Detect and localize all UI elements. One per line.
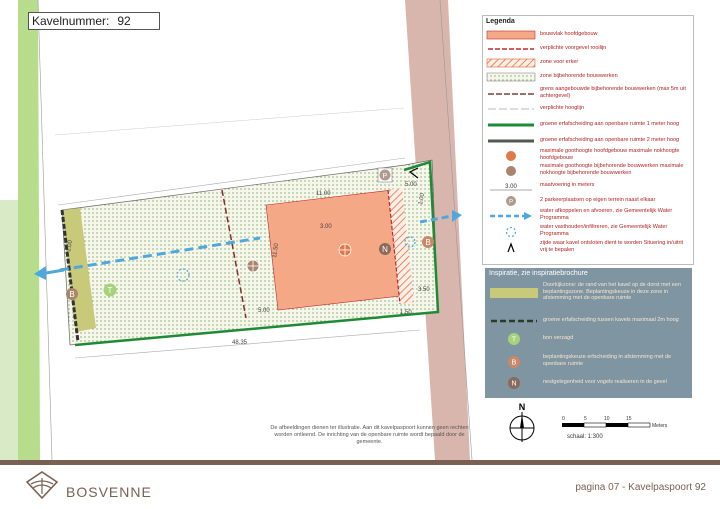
legend-item: groene erfafscheiding aan openbare ruimt… (488, 120, 680, 127)
legend-item: P 2 parkeerplaatsen op eigen terrein naa… (486, 194, 690, 206)
legend-item: maximale goothoogte bijbehorende bouwwer… (486, 163, 690, 176)
inspiration-item: B beplantingskeuze erfscheiding in afste… (489, 354, 690, 368)
svg-text:T: T (512, 337, 517, 344)
inspiration-item: N nestgelegenheid voor vogels realiseren… (489, 376, 690, 389)
svg-text:B: B (512, 359, 517, 366)
legend-item: groene erfafscheiding aan openbare ruimt… (488, 136, 680, 143)
svg-text:P: P (383, 173, 388, 180)
svg-text:B: B (69, 290, 74, 299)
svg-text:B: B (425, 238, 430, 247)
plot-number-label: Kavelnummer: (32, 14, 110, 28)
svg-text:5.00: 5.00 (405, 182, 417, 188)
svg-text:0: 0 (562, 416, 565, 422)
legend-item: grens aangebouwde bijbehorende bouwwerke… (488, 86, 686, 99)
svg-text:15: 15 (626, 416, 632, 422)
legend-item: 3.00 maatvoering in meters (490, 181, 595, 191)
legend-item: zone bijbehorende bouwwerken (486, 70, 690, 82)
legend-item: bouwvlak hoofdgebouw (486, 28, 690, 40)
svg-text:10: 10 (604, 416, 610, 422)
bosvenne-logo (25, 471, 59, 500)
legend-item: zone voor erker (486, 56, 690, 68)
inspiration-title: Inspiratie, zie inspiratiebrochure (489, 270, 588, 277)
plot-number: 92 (117, 14, 131, 28)
svg-text:N: N (519, 402, 526, 412)
svg-text:T: T (108, 286, 113, 295)
svg-text:5.00: 5.00 (258, 308, 270, 314)
compass-icon: N (509, 402, 535, 442)
svg-text:Meters: Meters (652, 423, 668, 429)
brand-name: BOSVENNE (66, 484, 152, 500)
svg-text:48.35: 48.35 (232, 340, 248, 346)
legend-item: verplichte voorgevel rooilijn (488, 44, 607, 51)
svg-text:11.00: 11.00 (316, 191, 331, 197)
legend-item: maximale goothoogte hoofdgebouw maximale… (486, 148, 690, 161)
legend-title: Legenda (486, 18, 515, 25)
page-label: pagina 07 - Kavelpaspoort 92 (575, 482, 706, 493)
svg-text:5: 5 (584, 416, 587, 422)
svg-text:3.50: 3.50 (418, 287, 430, 293)
disclaimer-text: De afbeeldingen dienen ter illustratie. … (270, 425, 469, 445)
svg-text:1.50: 1.50 (400, 310, 412, 316)
svg-text:3.00: 3.00 (320, 224, 332, 230)
inspiration-item: groene erfafscheiding tussen kavels maxi… (491, 316, 679, 323)
legend-item: verplichte hooglijn (488, 104, 585, 111)
legend-item: water afkoppelen en afvoeren, zie Gemeen… (486, 208, 690, 221)
svg-text:N: N (382, 245, 388, 254)
height-marker-icon (338, 243, 352, 257)
legend-item: water vasthouden/infiltreren, zie Gemeen… (486, 224, 690, 237)
scale-label: schaal: 1:300 (567, 434, 603, 440)
legend-item: zijde waar kavel ontsloten dient te word… (486, 240, 690, 253)
grass-strip (18, 0, 40, 460)
svg-text:3.00: 3.00 (505, 184, 517, 190)
svg-text:N: N (511, 381, 516, 388)
inspiration-item: Doorkijkzone: de rand van het kavel op d… (489, 282, 690, 302)
svg-text:P: P (509, 200, 513, 206)
plot-number-box: Kavelnummer: 92 (28, 12, 160, 30)
legend-panel: Legenda bouwvlak hoofdgebouw verplichte … (482, 15, 694, 265)
inspiration-panel: Inspiratie, zie inspiratiebrochure Doork… (485, 268, 692, 398)
inspiration-item: T bon verzagd (489, 332, 690, 345)
